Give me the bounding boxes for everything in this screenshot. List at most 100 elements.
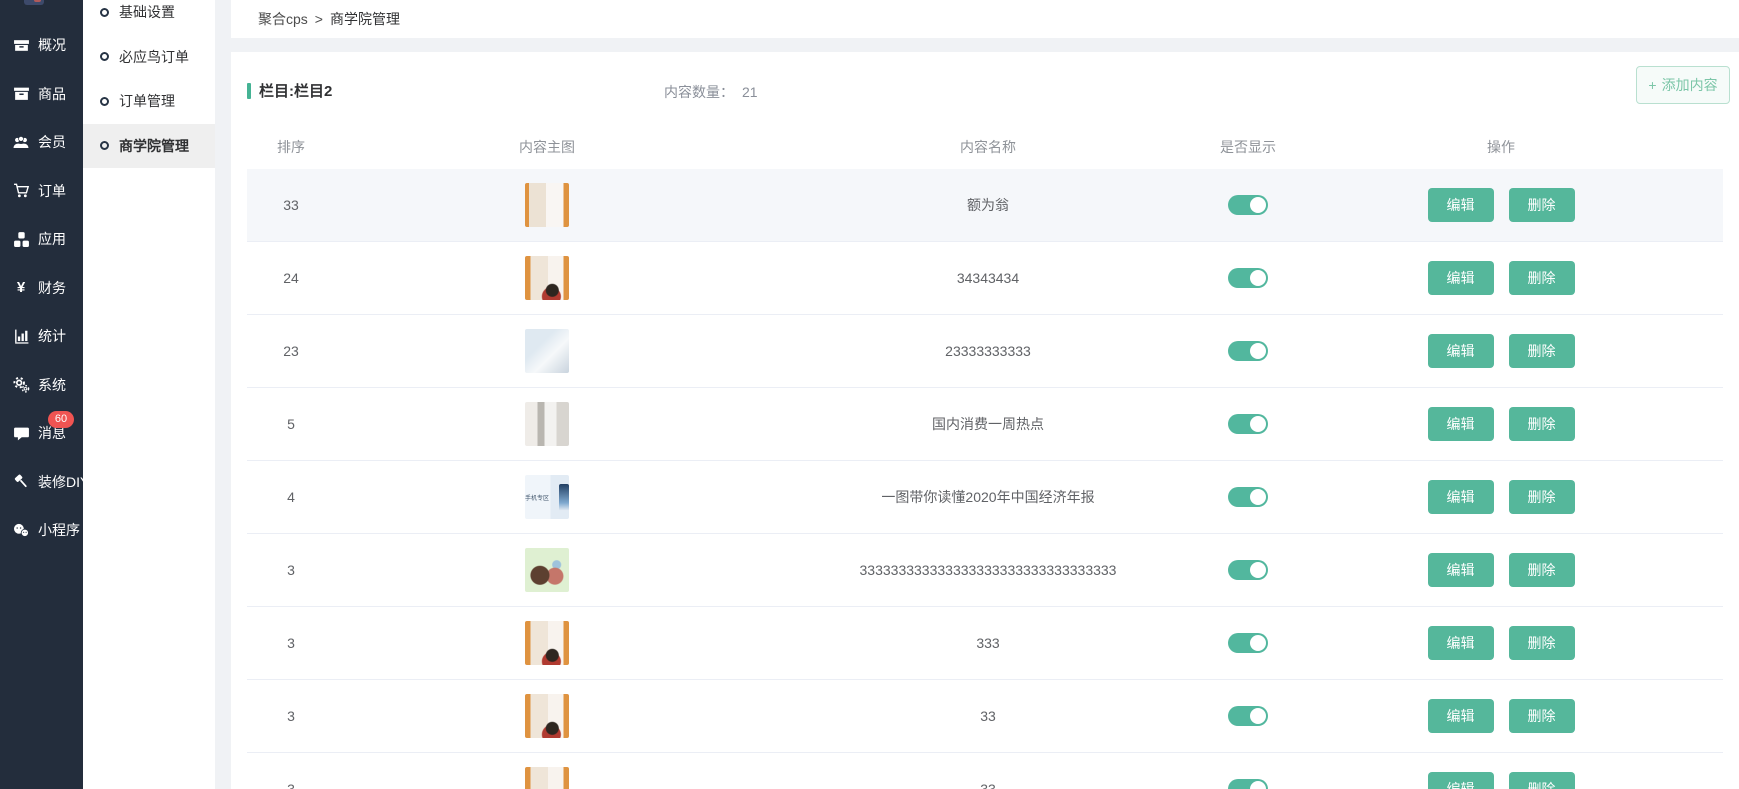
table-row: 3 33 编辑 删除 bbox=[247, 680, 1723, 753]
content-thumbnail bbox=[525, 329, 569, 373]
visibility-toggle[interactable] bbox=[1228, 560, 1268, 580]
content-thumbnail bbox=[525, 402, 569, 446]
delete-button[interactable]: 删除 bbox=[1509, 553, 1575, 587]
row-content-name: 额为翁 bbox=[759, 195, 1217, 215]
stats-icon bbox=[12, 328, 30, 345]
sidebar-item-stats[interactable]: 统计 bbox=[0, 312, 83, 361]
sidebar-item-system[interactable]: 系统 bbox=[0, 361, 83, 410]
delete-button[interactable]: 删除 bbox=[1509, 626, 1575, 660]
breadcrumb-separator: > bbox=[315, 11, 323, 27]
goods-icon bbox=[12, 85, 30, 102]
visibility-toggle[interactable] bbox=[1228, 195, 1268, 215]
sidebar-item-members[interactable]: 会员 bbox=[0, 118, 83, 167]
content-thumbnail: 手机专区 bbox=[525, 475, 569, 519]
sidebar-item-label: 概况 bbox=[38, 35, 66, 55]
edit-button[interactable]: 编辑 bbox=[1428, 772, 1494, 789]
content-thumbnail bbox=[525, 183, 569, 227]
sidebar-item-label: 会员 bbox=[38, 132, 66, 152]
delete-button[interactable]: 删除 bbox=[1509, 334, 1575, 368]
row-content-name: 23333333333 bbox=[759, 343, 1217, 359]
submenu-item-3[interactable]: 商学院管理 bbox=[83, 124, 215, 169]
visibility-toggle[interactable] bbox=[1228, 341, 1268, 361]
row-sort-value: 3 bbox=[247, 562, 335, 578]
content-thumbnail bbox=[525, 767, 569, 789]
edit-button[interactable]: 编辑 bbox=[1428, 188, 1494, 222]
row-sort-value: 33 bbox=[247, 197, 335, 213]
edit-button[interactable]: 编辑 bbox=[1428, 261, 1494, 295]
sidebar-item-miniprogram[interactable]: 小程序 bbox=[0, 506, 83, 555]
message-count-badge: 60 bbox=[48, 411, 74, 428]
sidebar-item-label: 订单 bbox=[38, 181, 66, 201]
title-accent-bar bbox=[247, 83, 251, 99]
row-content-name: 一图带你读懂2020年中国经济年报 bbox=[759, 487, 1217, 507]
table-row: 3 33 编辑 删除 bbox=[247, 753, 1723, 789]
content-thumbnail bbox=[525, 548, 569, 592]
edit-button[interactable]: 编辑 bbox=[1428, 699, 1494, 733]
sidebar-item-label: 商品 bbox=[38, 84, 66, 104]
toggle-knob bbox=[1250, 343, 1266, 359]
toggle-knob bbox=[1250, 562, 1266, 578]
submenu-item-label: 必应鸟订单 bbox=[119, 47, 189, 67]
sidebar-item-label: 系统 bbox=[38, 375, 66, 395]
edit-button[interactable]: 编辑 bbox=[1428, 626, 1494, 660]
sidebar-item-diy[interactable]: 装修DIY bbox=[0, 458, 83, 507]
visibility-toggle[interactable] bbox=[1228, 633, 1268, 653]
table-row: 4 手机专区 一图带你读懂2020年中国经济年报 编辑 删除 bbox=[247, 461, 1723, 534]
delete-button[interactable]: 删除 bbox=[1509, 407, 1575, 441]
submenu-item-label: 订单管理 bbox=[119, 91, 175, 111]
breadcrumb-current: 商学院管理 bbox=[330, 9, 400, 29]
sidebar-item-goods[interactable]: 商品 bbox=[0, 70, 83, 119]
secondary-nav: 基础设置 必应鸟订单 订单管理 商学院管理 bbox=[83, 0, 215, 168]
secondary-sidebar: 基础设置 必应鸟订单 订单管理 商学院管理 bbox=[83, 0, 215, 789]
delete-button[interactable]: 删除 bbox=[1509, 261, 1575, 295]
visibility-toggle[interactable] bbox=[1228, 268, 1268, 288]
app-logo bbox=[24, 0, 44, 5]
sidebar-item-orders[interactable]: 订单 bbox=[0, 167, 83, 216]
sidebar-item-message[interactable]: 消息 60 bbox=[0, 409, 83, 458]
table-row: 3 333333333333333333333333333333333 编辑 删… bbox=[247, 534, 1723, 607]
sidebar-item-finance[interactable]: ¥ 财务 bbox=[0, 264, 83, 313]
circle-bullet-icon bbox=[100, 52, 109, 61]
visibility-toggle[interactable] bbox=[1228, 706, 1268, 726]
visibility-toggle[interactable] bbox=[1228, 487, 1268, 507]
visibility-toggle[interactable] bbox=[1228, 414, 1268, 434]
toggle-knob bbox=[1250, 489, 1266, 505]
submenu-item-1[interactable]: 必应鸟订单 bbox=[83, 35, 215, 80]
sidebar-item-overview[interactable]: 概况 bbox=[0, 21, 83, 70]
column-header-sort: 排序 bbox=[247, 137, 335, 157]
content-thumbnail bbox=[525, 256, 569, 300]
sidebar-item-label: 应用 bbox=[38, 229, 66, 249]
content-thumbnail bbox=[525, 621, 569, 665]
content-card: 栏目:栏目2 内容数量：21 + 添加内容 排序 内容主图 内容名称 是否显示 … bbox=[231, 52, 1739, 789]
table-row: 33 额为翁 编辑 删除 bbox=[247, 169, 1723, 242]
sidebar-item-apps[interactable]: 应用 bbox=[0, 215, 83, 264]
plus-icon: + bbox=[1648, 77, 1656, 93]
submenu-item-0[interactable]: 基础设置 bbox=[83, 0, 215, 35]
visibility-toggle[interactable] bbox=[1228, 779, 1268, 789]
table-row: 23 23333333333 编辑 删除 bbox=[247, 315, 1723, 388]
edit-button[interactable]: 编辑 bbox=[1428, 334, 1494, 368]
edit-button[interactable]: 编辑 bbox=[1428, 407, 1494, 441]
row-content-name: 33 bbox=[759, 708, 1217, 724]
card-header: 栏目:栏目2 内容数量：21 + 添加内容 bbox=[231, 52, 1739, 125]
delete-button[interactable]: 删除 bbox=[1509, 699, 1575, 733]
table-body: 33 额为翁 编辑 删除 24 34343434 编辑 删除 23 233 bbox=[247, 169, 1723, 789]
edit-button[interactable]: 编辑 bbox=[1428, 480, 1494, 514]
circle-bullet-icon bbox=[100, 97, 109, 106]
message-icon bbox=[12, 425, 30, 442]
delete-button[interactable]: 删除 bbox=[1509, 480, 1575, 514]
breadcrumb-parent[interactable]: 聚合cps bbox=[258, 9, 308, 29]
submenu-item-label: 商学院管理 bbox=[119, 136, 189, 156]
row-content-name: 333333333333333333333333333333333 bbox=[759, 562, 1217, 578]
submenu-item-2[interactable]: 订单管理 bbox=[83, 79, 215, 124]
add-content-button[interactable]: + 添加内容 bbox=[1636, 66, 1730, 104]
delete-button[interactable]: 删除 bbox=[1509, 188, 1575, 222]
delete-button[interactable]: 删除 bbox=[1509, 772, 1575, 789]
row-sort-value: 24 bbox=[247, 270, 335, 286]
main-area: 聚合cps > 商学院管理 栏目:栏目2 内容数量：21 + 添加内容 排序 内… bbox=[215, 0, 1739, 789]
row-sort-value: 3 bbox=[247, 708, 335, 724]
toggle-knob bbox=[1250, 416, 1266, 432]
edit-button[interactable]: 编辑 bbox=[1428, 553, 1494, 587]
members-icon bbox=[12, 134, 30, 151]
content-thumbnail bbox=[525, 694, 569, 738]
